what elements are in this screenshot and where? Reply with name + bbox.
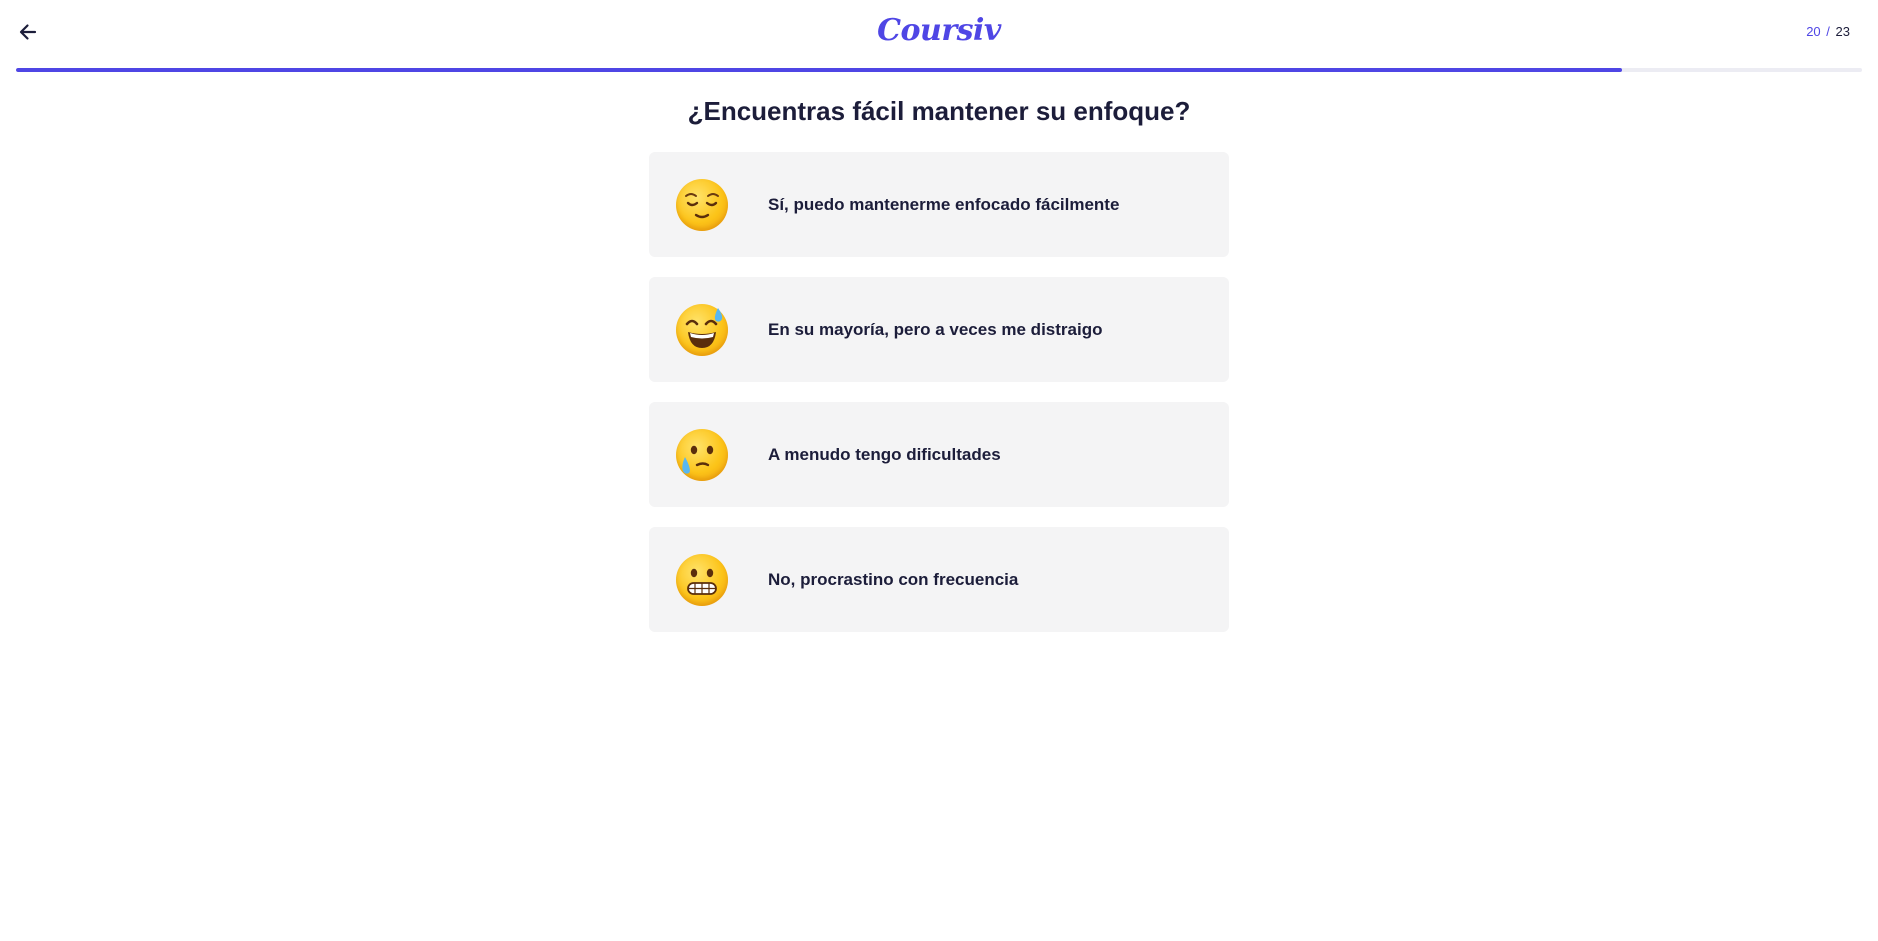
option-focus-easily[interactable]: Sí, puedo mantenerme enfocado fácilmente [649,152,1229,257]
question-title: ¿Encuentras fácil mantener su enfoque? [687,96,1191,126]
holding-back-tears-face-emoji-icon [676,428,728,481]
answer-options: Sí, puedo mantenerme enfocado fácilmente… [649,152,1229,632]
option-procrastinate[interactable]: No, procrastino con frecuencia [649,527,1229,632]
step-total: 23 [1835,24,1850,39]
grimacing-face-emoji-icon [676,553,728,606]
step-separator: / [1826,24,1830,39]
coursiv-logo: Coursiv [0,12,1878,48]
top-header: Coursiv 20 / 23 [0,0,1878,64]
logo-text: Coursiv [877,12,1001,48]
grinning-sweat-face-emoji-icon [676,303,728,356]
option-often-struggle[interactable]: A menudo tengo dificultades [649,402,1229,507]
progress-bar-fill [16,68,1623,72]
option-label: Sí, puedo mantenerme enfocado fácilmente [768,194,1120,214]
option-label: En su mayoría, pero a veces me distraigo [768,319,1103,339]
progress-bar [16,68,1862,72]
step-counter: 20 / 23 [1806,24,1850,39]
relieved-face-emoji-icon [676,178,728,231]
option-mostly-distracted[interactable]: En su mayoría, pero a veces me distraigo [649,277,1229,382]
option-label: No, procrastino con frecuencia [768,569,1019,589]
option-label: A menudo tengo dificultades [768,444,1001,464]
step-current: 20 [1806,24,1821,39]
